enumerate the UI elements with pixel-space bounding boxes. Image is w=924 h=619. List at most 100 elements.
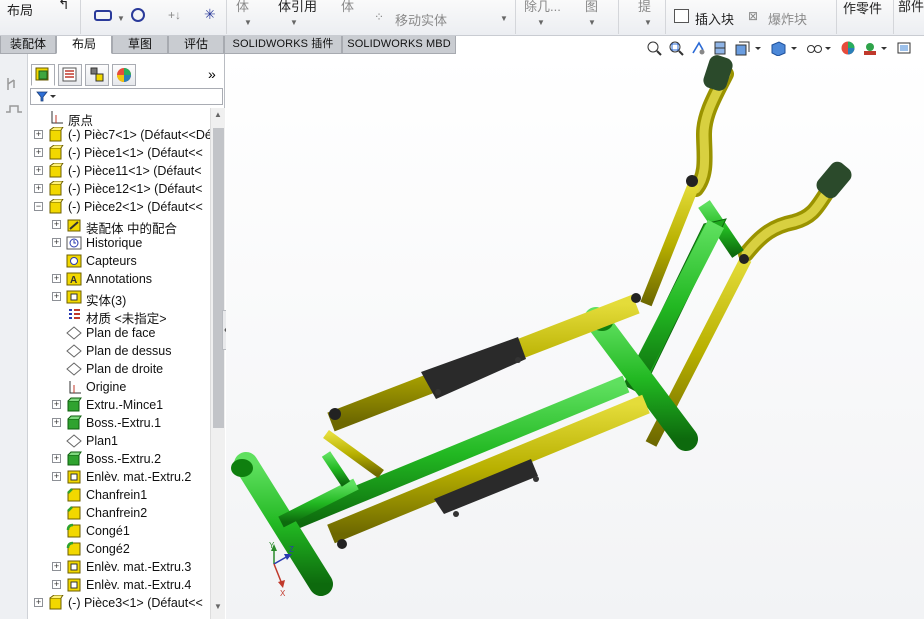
chevron-down-icon[interactable]: ▼ — [588, 18, 596, 27]
previous-view-icon[interactable] — [690, 40, 706, 56]
tree-row[interactable]: + Extru.-Mince1 — [28, 396, 210, 414]
expand-toggle-icon[interactable]: + — [52, 238, 61, 247]
block-reference-label[interactable]: 体引用 — [278, 0, 317, 15]
tree-row[interactable]: Congé2 — [28, 540, 210, 558]
scroll-up-icon[interactable]: ▲ — [214, 110, 222, 119]
move-body-icon[interactable]: ⁘ — [374, 10, 384, 24]
tree-row[interactable]: + (-) Pièce1<1> (Défaut<< — [28, 144, 210, 162]
body-label[interactable]: 体 — [341, 0, 354, 15]
tab-assembly[interactable]: 装配体 — [0, 36, 56, 54]
tree-row[interactable]: + Historique — [28, 234, 210, 252]
tab-sketch[interactable]: 草图 — [112, 36, 168, 54]
make-part-button[interactable]: 作零件 — [843, 0, 882, 17]
expand-toggle-icon[interactable]: + — [34, 184, 43, 193]
explode-block-button[interactable]: 爆炸块 — [768, 9, 807, 28]
tree-row[interactable]: Plan de face — [28, 324, 210, 342]
insert-block-icon[interactable] — [674, 9, 689, 23]
view-label[interactable]: 图 — [585, 0, 598, 15]
tree-row[interactable]: Chanfrein2 — [28, 504, 210, 522]
filter-icon[interactable] — [35, 89, 61, 104]
tree-row[interactable]: 材质 <未指定> — [28, 306, 210, 326]
tree-row[interactable]: − (-) Pièce2<1> (Défaut<< — [28, 198, 210, 216]
expand-toggle-icon[interactable]: + — [52, 220, 61, 229]
chevron-down-icon[interactable] — [790, 40, 798, 56]
expand-toggle-icon[interactable]: + — [52, 580, 61, 589]
tree-filter-box[interactable] — [30, 88, 223, 105]
expand-toggle-icon[interactable]: + — [52, 418, 61, 427]
tree-row[interactable]: + 实体(3) — [28, 288, 210, 308]
sensor-strip-icon[interactable] — [0, 68, 28, 128]
tree-row[interactable]: + (-) Pièc7<1> (Défaut<<Dé — [28, 126, 210, 144]
collapse-toggle-icon[interactable]: − — [34, 202, 43, 211]
circle-tool-icon[interactable] — [131, 8, 145, 22]
chevron-down-icon[interactable]: ▼ — [117, 14, 125, 23]
tree-row[interactable]: 原点 — [28, 108, 210, 128]
chevron-down-icon[interactable]: ▼ — [500, 14, 508, 23]
arrow-icon[interactable]: ↰ — [58, 0, 70, 13]
configuration-manager-tab[interactable] — [85, 64, 109, 86]
expand-toggle-icon[interactable]: + — [34, 598, 43, 607]
expand-toggle-icon[interactable]: + — [34, 130, 43, 139]
graphics-area[interactable]: Y Z X — [226, 54, 924, 619]
move-body-button[interactable]: 移动实体 — [395, 10, 447, 29]
layout-ribbon-label[interactable]: 布局 — [7, 0, 33, 19]
chevron-down-icon[interactable]: ▼ — [244, 18, 252, 27]
tree-row[interactable]: + 装配体 中的配合 — [28, 216, 210, 236]
scrollbar-thumb[interactable] — [213, 128, 224, 428]
feature-manager-tab[interactable] — [31, 64, 55, 86]
tab-layout[interactable]: 布局 — [56, 36, 112, 54]
display-manager-tab[interactable] — [112, 64, 136, 86]
add-icon[interactable]: +↓ — [168, 8, 181, 22]
explode-block-icon[interactable]: ⊠ — [748, 9, 758, 23]
tree-row[interactable]: + Boss.-Extru.1 — [28, 414, 210, 432]
expand-toggle-icon[interactable]: + — [52, 400, 61, 409]
chevron-down-icon[interactable] — [754, 40, 762, 56]
tree-row[interactable]: Capteurs — [28, 252, 210, 270]
remove-label[interactable]: 除几... — [524, 0, 561, 15]
tree-row[interactable]: Origine — [28, 378, 210, 396]
view-orientation-icon[interactable] — [734, 40, 750, 56]
tree-row[interactable]: + (-) Pièce12<1> (Défaut< — [28, 180, 210, 198]
part-button[interactable]: 部件 — [898, 0, 924, 15]
expand-toggle-icon[interactable]: + — [52, 274, 61, 283]
expand-toggle-icon[interactable]: + — [34, 148, 43, 157]
edit-appearance-icon[interactable] — [840, 40, 856, 56]
expand-tabs-arrows[interactable]: » — [208, 66, 216, 82]
expand-toggle-icon[interactable]: + — [52, 472, 61, 481]
tree-row[interactable]: Chanfrein1 — [28, 486, 210, 504]
tab-evaluate[interactable]: 评估 — [168, 36, 224, 54]
tab-solidworks-mbd[interactable]: SOLIDWORKS MBD — [342, 36, 456, 54]
chevron-down-icon[interactable] — [824, 40, 832, 56]
property-manager-tab[interactable] — [58, 64, 82, 86]
lift-label[interactable]: 提 — [638, 0, 651, 15]
apply-scene-icon[interactable] — [862, 40, 878, 56]
tree-vertical-scrollbar[interactable]: ▲ ▼ — [210, 108, 225, 619]
expand-toggle-icon[interactable]: + — [52, 562, 61, 571]
insert-block-button[interactable]: 插入块 — [695, 9, 734, 28]
display-style-icon[interactable] — [770, 40, 786, 56]
tree-row[interactable]: Plan de droite — [28, 360, 210, 378]
tab-solidworks-addins[interactable]: SOLIDWORKS 插件 — [224, 36, 342, 54]
zoom-to-fit-icon[interactable] — [646, 40, 662, 56]
chevron-down-icon[interactable]: ▼ — [644, 18, 652, 27]
chevron-down-icon[interactable] — [880, 40, 888, 56]
hide-show-items-icon[interactable] — [806, 40, 822, 56]
tree-row[interactable]: + Enlèv. mat.-Extru.2 — [28, 468, 210, 486]
tree-row[interactable]: Plan de dessus — [28, 342, 210, 360]
tree-row[interactable]: + (-) Pièce11<1> (Défaut< — [28, 162, 210, 180]
tree-row[interactable]: + (-) Pièce3<1> (Défaut<< — [28, 594, 210, 612]
body-ribbon-label[interactable]: 体 — [236, 0, 249, 15]
chevron-down-icon[interactable]: ▼ — [290, 18, 298, 27]
tree-row[interactable]: + Enlèv. mat.-Extru.4 — [28, 576, 210, 594]
expand-toggle-icon[interactable]: + — [52, 454, 61, 463]
view-settings-icon[interactable] — [896, 40, 912, 56]
chevron-down-icon[interactable]: ▼ — [537, 18, 545, 27]
section-view-icon[interactable] — [712, 40, 728, 56]
tree-row[interactable]: Congé1 — [28, 522, 210, 540]
zoom-to-area-icon[interactable] — [668, 40, 684, 56]
tree-row[interactable]: + A Annotations — [28, 270, 210, 288]
link-icon[interactable] — [94, 10, 112, 21]
tree-row[interactable]: + Boss.-Extru.2 — [28, 450, 210, 468]
scroll-down-icon[interactable]: ▼ — [214, 602, 222, 611]
asterisk-icon[interactable]: ✳ — [204, 6, 216, 23]
